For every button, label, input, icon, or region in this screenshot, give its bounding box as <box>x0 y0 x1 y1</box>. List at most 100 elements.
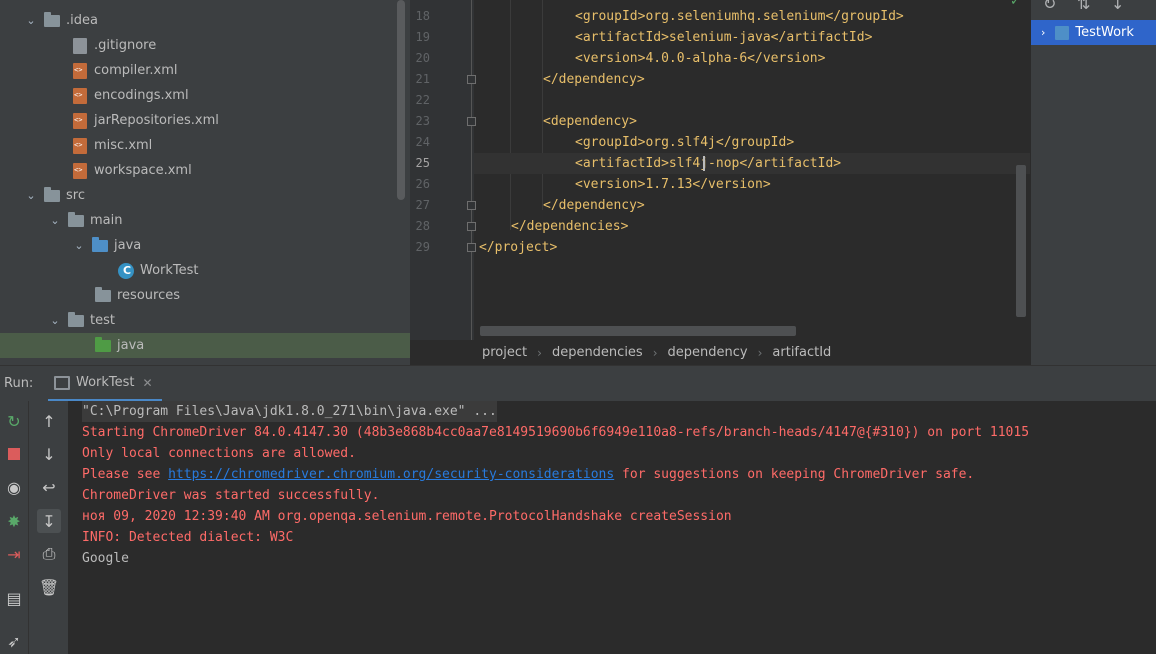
tree-scrollbar[interactable] <box>397 0 405 200</box>
rerun-icon[interactable]: ↻ <box>2 409 26 433</box>
camera-icon[interactable]: ◉ <box>2 475 26 499</box>
tree-item-label: .gitignore <box>94 38 157 53</box>
chevron-down-icon[interactable]: ⌄ <box>24 14 38 28</box>
console-command-line: "C:\Program Files\Java\jdk1.8.0_271\bin\… <box>82 401 497 422</box>
layout-icon[interactable]: ▤ <box>2 586 26 610</box>
line-number: 29 <box>415 240 430 254</box>
ide-window: ⌄ .idea .gitignore compiler.xml encoding… <box>0 0 1156 654</box>
tree-item-main-java[interactable]: ⌄ java <box>0 233 410 258</box>
debug-icon[interactable]: ✸ <box>2 509 26 533</box>
chevron-right-icon[interactable]: › <box>1041 26 1045 39</box>
tree-item-jarrepositories-xml[interactable]: jarRepositories.xml <box>0 108 410 133</box>
pin-icon[interactable]: ➶ <box>2 629 26 653</box>
console-text: for suggestions on keeping ChromeDriver … <box>614 467 975 482</box>
console-line: Only local connections are allowed. <box>82 446 356 461</box>
line-number: 19 <box>415 30 430 44</box>
run-panel-header: Run: WorkTest ✕ <box>0 365 1156 402</box>
tree-item-main[interactable]: ⌄ main <box>0 208 410 233</box>
tab-label: WorkTest <box>76 375 135 390</box>
tree-item-label: resources <box>117 288 181 303</box>
tree-item-resources[interactable]: resources <box>0 283 410 308</box>
breadcrumb-item[interactable]: dependency <box>668 345 748 360</box>
tree-item-encodings-xml[interactable]: encodings.xml <box>0 83 410 108</box>
line-number-current: 25 <box>415 156 430 170</box>
line-number: 21 <box>415 72 430 86</box>
console-output[interactable]: "C:\Program Files\Java\jdk1.8.0_271\bin\… <box>68 401 1156 654</box>
code-line: </dependencies> <box>474 216 1030 237</box>
line-number: 24 <box>415 135 430 149</box>
code-line: <artifactId>selenium-java</artifactId> <box>474 27 1030 48</box>
security-link[interactable]: https://chromedriver.chromium.org/securi… <box>168 467 614 482</box>
chevron-right-icon: › <box>537 345 542 360</box>
chevron-down-icon[interactable]: ⌄ <box>72 239 86 253</box>
code-line: </project> <box>474 237 1030 258</box>
tree-item-label: java <box>114 238 142 253</box>
console-text: Please see <box>82 467 169 482</box>
tree-item-label: test <box>90 313 115 328</box>
arrow-up-icon[interactable]: ↑ <box>37 409 61 433</box>
scroll-to-end-icon[interactable]: ↧ <box>37 509 61 533</box>
run-label: Run: <box>4 376 34 391</box>
maven-toolbar: ↻ ⇅ ↧ <box>1031 0 1156 18</box>
tree-item-test-java[interactable]: java <box>0 333 410 358</box>
tree-item-label: encodings.xml <box>94 88 189 103</box>
tree-item-label: compiler.xml <box>94 63 178 78</box>
tree-item-test[interactable]: ⌄ test <box>0 308 410 333</box>
run-config-icon <box>54 375 70 390</box>
exit-icon[interactable]: ⇥ <box>2 542 26 566</box>
trash-icon[interactable]: 🗑 <box>37 575 61 599</box>
tree-item-gitignore[interactable]: .gitignore <box>0 33 410 58</box>
editor-vertical-scrollbar[interactable] <box>1016 165 1026 317</box>
tree-item-workspace-xml[interactable]: workspace.xml <box>0 158 410 183</box>
chevron-right-icon: › <box>652 345 658 360</box>
check-icon: ✓ <box>1010 0 1021 9</box>
code-text: </dependency> <box>543 198 645 213</box>
maven-panel: ↻ ⇅ ↧ › TestWork <box>1030 0 1156 365</box>
editor-gutter: 18 19 20 21 22 23 24 25 26 27 28 29 <box>410 0 476 340</box>
run-toolbar-right: ↑ ↓ ↩ ↧ ⎙ 🗑 <box>28 401 68 654</box>
tree-item-label: WorkTest <box>140 263 199 278</box>
text-caret <box>703 156 705 171</box>
tree-item-src[interactable]: ⌄ src <box>0 183 410 208</box>
soft-wrap-icon[interactable]: ↩ <box>37 475 61 499</box>
tree-item-compiler-xml[interactable]: compiler.xml <box>0 58 410 83</box>
code-text: </dependencies> <box>511 219 629 234</box>
run-toolbar-left: ↻ ◉ ✸ ⇥ ▤ ➶ <box>0 401 28 654</box>
generate-sources-icon[interactable]: ⇅ <box>1077 0 1090 13</box>
tab-worktest[interactable]: WorkTest ✕ <box>48 366 162 402</box>
code-text: <groupId>org.seleniumhq.selenium</groupI… <box>575 9 904 24</box>
code-editor[interactable]: 18 19 20 21 22 23 24 25 26 27 28 29 <gro… <box>410 0 1030 340</box>
print-icon[interactable]: ⎙ <box>37 542 61 566</box>
code-text: </project> <box>479 240 558 255</box>
stop-icon[interactable] <box>2 442 26 466</box>
tree-item-misc-xml[interactable]: misc.xml <box>0 133 410 158</box>
code-text: </dependency> <box>543 72 645 87</box>
xml-file-icon <box>72 87 88 104</box>
tree-item-worktest[interactable]: WorkTest <box>0 258 410 283</box>
code-line-current: <artifactId>slf4j-nop</artifactId> <box>474 153 1030 174</box>
chevron-down-icon[interactable]: ⌄ <box>48 214 62 228</box>
project-tree-panel: ⌄ .idea .gitignore compiler.xml encoding… <box>0 0 410 365</box>
source-folder-icon <box>92 236 108 254</box>
gutter-divider <box>471 0 472 340</box>
code-line: </dependency> <box>474 69 1030 90</box>
editor-horizontal-scrollbar[interactable] <box>480 326 796 336</box>
tree-item-idea[interactable]: ⌄ .idea <box>0 8 410 33</box>
xml-file-icon <box>72 162 88 179</box>
chevron-down-icon[interactable]: ⌄ <box>48 314 62 328</box>
breadcrumb-item[interactable]: artifactId <box>772 345 831 360</box>
code-line: <groupId>org.slf4j</groupId> <box>474 132 1030 153</box>
arrow-down-icon[interactable]: ↓ <box>37 442 61 466</box>
console-line: ChromeDriver was started successfully. <box>82 488 380 503</box>
close-icon[interactable]: ✕ <box>143 376 153 390</box>
chevron-down-icon[interactable]: ⌄ <box>24 189 38 203</box>
code-line: <version>1.7.13</version> <box>474 174 1030 195</box>
code-line: <version>4.0.0-alpha-6</version> <box>474 48 1030 69</box>
breadcrumb-item[interactable]: project <box>482 345 527 360</box>
folder-icon <box>68 211 84 229</box>
breadcrumb-item[interactable]: dependencies <box>552 345 643 360</box>
reload-icon[interactable]: ↻ <box>1043 0 1056 13</box>
download-icon[interactable]: ↧ <box>1111 0 1124 13</box>
maven-project-item[interactable]: › TestWork <box>1031 20 1156 45</box>
